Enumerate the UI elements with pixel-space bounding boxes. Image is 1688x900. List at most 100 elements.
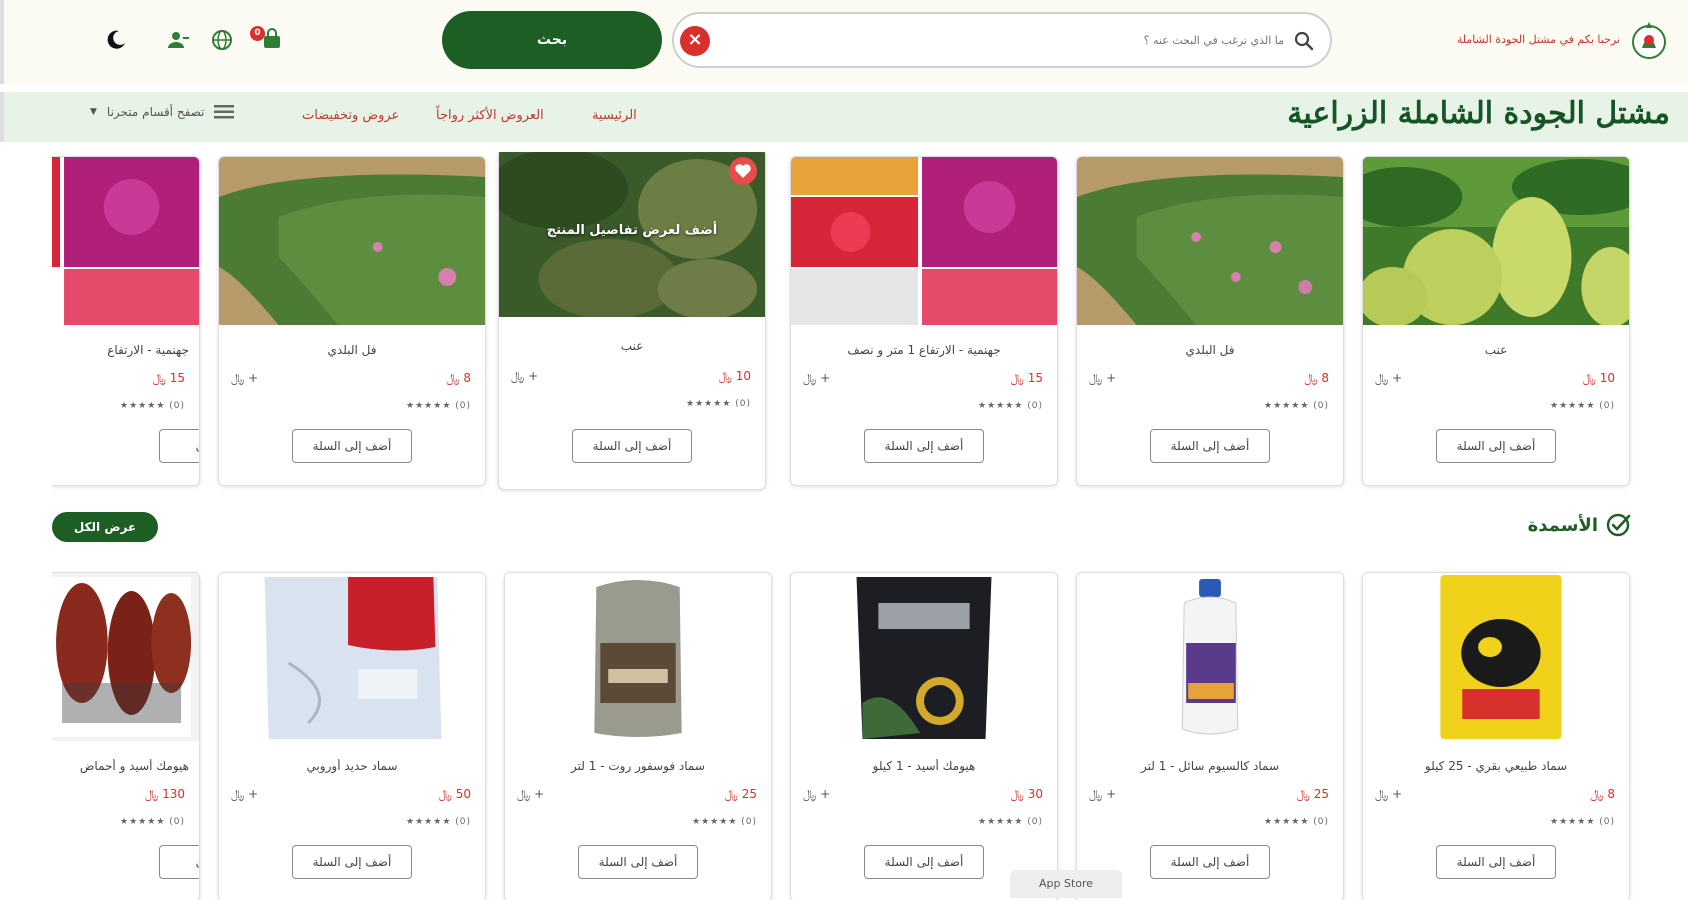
chevron-down-icon: ▼ [90, 107, 97, 117]
browse-categories-dropdown[interactable]: تصفح أقسام متجرنا ▼ [90, 104, 235, 120]
search-box: × [672, 12, 1332, 68]
product-card-partial[interactable]: هيومك أسيد و أحماض 130 ﷼ ★★★★★ (0) أضف إ… [52, 572, 200, 900]
brand-title[interactable]: مشتل الجودة الشاملة الزراعية [1287, 96, 1670, 131]
quantity-stepper[interactable]: ﷼ + [1375, 787, 1402, 802]
add-to-cart-button[interactable]: أضف إلى السلة [864, 845, 984, 879]
product-card[interactable]: فل البلدي 8 ﷼ ﷼ + ★★★★★ (0) أضف إلى السل… [1076, 156, 1344, 486]
add-to-cart-button[interactable]: أضف إلى السلة [292, 845, 412, 879]
product-card[interactable]: عنب 10 ﷼ ﷼ + ★★★★★ (0) أضف إلى السلة [1362, 156, 1630, 486]
search-input[interactable] [764, 26, 1284, 54]
currency-icon: ﷼ [438, 787, 452, 801]
riyal-icon: ﷼ [803, 371, 817, 385]
close-icon[interactable]: × [680, 26, 710, 56]
product-price: 10 ﷼ [718, 369, 751, 383]
quantity-stepper[interactable]: ﷼ + [1089, 371, 1116, 386]
heart-icon[interactable] [729, 157, 757, 185]
nav-link-offers[interactable]: عروض وتخفيضات [302, 108, 399, 123]
user-icon[interactable] [166, 28, 190, 52]
product-name[interactable]: عنب [509, 339, 755, 353]
product-name[interactable]: سماد حديد أوروبي [229, 759, 475, 773]
currency-icon: ﷼ [1010, 371, 1024, 385]
check-badge-icon [1606, 513, 1631, 537]
add-to-cart-button[interactable]: أضف إلى السلة [1150, 845, 1270, 879]
star-rating: ★★★★★ (0) [1264, 401, 1329, 411]
nav-link-trending[interactable]: العروض الأكثر رواجاً [436, 108, 544, 123]
add-to-cart-button[interactable]: أضف إلى السلة [572, 429, 692, 463]
riyal-icon: ﷼ [1375, 787, 1389, 801]
product-image-grapes[interactable]: أضف لعرض تفاصيل المنتج [499, 152, 765, 317]
product-name[interactable]: سماد فوسفور روت - 1 لتر [515, 759, 761, 773]
product-card[interactable]: سماد كالسيوم سائل - 1 لتر 25 ﷼ ﷼ + ★★★★★… [1076, 572, 1344, 900]
add-to-cart-button[interactable]: أضف إلى [159, 429, 199, 463]
product-image-grapes[interactable] [1363, 157, 1629, 325]
quantity-stepper[interactable]: ﷼ + [231, 371, 258, 386]
fertilizers-carousel[interactable]: سماد طبيعي بقري - 25 كيلو 8 ﷼ ﷼ + ★★★★★ … [52, 568, 1634, 900]
quantity-stepper[interactable]: ﷼ + [1375, 371, 1402, 386]
product-card[interactable]: سماد فوسفور روت - 1 لتر 25 ﷼ ﷼ + ★★★★★ (… [504, 572, 772, 900]
riyal-icon: ﷼ [231, 787, 245, 801]
moon-icon[interactable] [104, 28, 128, 52]
add-to-cart-button[interactable]: أضف إلى السلة [1436, 845, 1556, 879]
product-card-hovered[interactable]: أضف لعرض تفاصيل المنتج عنب 10 ﷼ ﷼ + ★★★★… [498, 152, 766, 490]
nav-link-home[interactable]: الرئيسية [592, 108, 637, 123]
search-button[interactable]: بحث [442, 11, 662, 69]
product-name[interactable]: جهنمية - الارتفاع [52, 343, 189, 357]
product-overlay-text[interactable]: أضف لعرض تفاصيل المنتج [499, 223, 765, 238]
product-card[interactable]: هيومك أسيد - 1 كيلو 30 ﷼ ﷼ + ★★★★★ (0) أ… [790, 572, 1058, 900]
add-to-cart-button[interactable]: أضف إلى [159, 845, 199, 879]
browse-label: تصفح أقسام متجرنا [106, 105, 205, 119]
product-name[interactable]: سماد طبيعي بقري - 25 كيلو [1373, 759, 1619, 773]
add-to-cart-button[interactable]: أضف إلى السلة [864, 429, 984, 463]
offers-carousel[interactable]: عنب 10 ﷼ ﷼ + ★★★★★ (0) أضف إلى السلة فل … [52, 152, 1634, 492]
product-name[interactable]: عنب [1373, 343, 1619, 357]
quantity-stepper[interactable]: ﷼ + [511, 369, 538, 384]
product-image-cow-bag[interactable] [1363, 573, 1629, 741]
app-store-tab[interactable]: App Store [1010, 870, 1122, 898]
product-card-partial[interactable]: جهنمية - الارتفاع 15 ﷼ ★★★★★ (0) أضف إلى [52, 156, 200, 486]
search-icon[interactable] [1294, 31, 1314, 51]
product-name[interactable]: هيومك أسيد و أحماض [52, 759, 189, 773]
quantity-stepper[interactable]: ﷼ + [1089, 787, 1116, 802]
product-image-dates[interactable] [52, 573, 199, 741]
product-card[interactable]: سماد حديد أوروبي 50 ﷼ ﷼ + ★★★★★ (0) أضف … [218, 572, 486, 900]
currency-icon: ﷼ [446, 371, 460, 385]
product-image-bottle[interactable] [1077, 573, 1343, 741]
product-card[interactable]: فل البلدي 8 ﷼ ﷼ + ★★★★★ (0) أضف إلى السل… [218, 156, 486, 486]
add-to-cart-button[interactable]: أضف إلى السلة [578, 845, 698, 879]
product-image-hedge[interactable] [1077, 157, 1343, 325]
riyal-icon: ﷼ [803, 787, 817, 801]
star-rating: ★★★★★ (0) [1550, 401, 1615, 411]
product-name[interactable]: سماد كالسيوم سائل - 1 لتر [1087, 759, 1333, 773]
add-to-cart-button[interactable]: أضف إلى السلة [1150, 429, 1270, 463]
add-to-cart-button[interactable]: أضف إلى السلة [1436, 429, 1556, 463]
quantity-stepper[interactable]: ﷼ + [803, 787, 830, 802]
view-all-button[interactable]: عرض الكل [52, 512, 158, 542]
product-image-black-bag[interactable] [791, 573, 1057, 741]
product-card[interactable]: جهنمية - الارتفاع 1 متر و نصف 15 ﷼ ﷼ + ★… [790, 156, 1058, 486]
quantity-stepper[interactable]: ﷼ + [231, 787, 258, 802]
product-image-bottle[interactable] [505, 573, 771, 741]
currency-icon: ﷼ [724, 787, 738, 801]
product-price: 8 ﷼ [446, 371, 471, 385]
logo[interactable] [1630, 18, 1668, 62]
product-card[interactable]: سماد طبيعي بقري - 25 كيلو 8 ﷼ ﷼ + ★★★★★ … [1362, 572, 1630, 900]
star-rating: ★★★★★ (0) [978, 401, 1043, 411]
product-image-white-bag[interactable] [219, 573, 485, 741]
product-name[interactable]: فل البلدي [1087, 343, 1333, 357]
star-rating: ★★★★★ (0) [406, 401, 471, 411]
quantity-stepper[interactable]: ﷼ + [803, 371, 830, 386]
star-rating: ★★★★★ (0) [692, 817, 757, 827]
product-name[interactable]: هيومك أسيد - 1 كيلو [801, 759, 1047, 773]
currency-icon: ﷼ [152, 371, 166, 385]
add-to-cart-button[interactable]: أضف إلى السلة [292, 429, 412, 463]
riyal-icon: ﷼ [231, 371, 245, 385]
product-name[interactable]: جهنمية - الارتفاع 1 متر و نصف [801, 343, 1047, 357]
product-image-hedge[interactable] [219, 157, 485, 325]
product-name[interactable]: فل البلدي [229, 343, 475, 357]
menu-grid-icon [214, 105, 235, 119]
product-price: 15 ﷼ [1010, 371, 1043, 385]
product-image-flowers[interactable] [791, 157, 1057, 325]
product-image-flowers[interactable] [52, 157, 199, 325]
globe-icon[interactable] [210, 28, 234, 52]
quantity-stepper[interactable]: ﷼ + [517, 787, 544, 802]
